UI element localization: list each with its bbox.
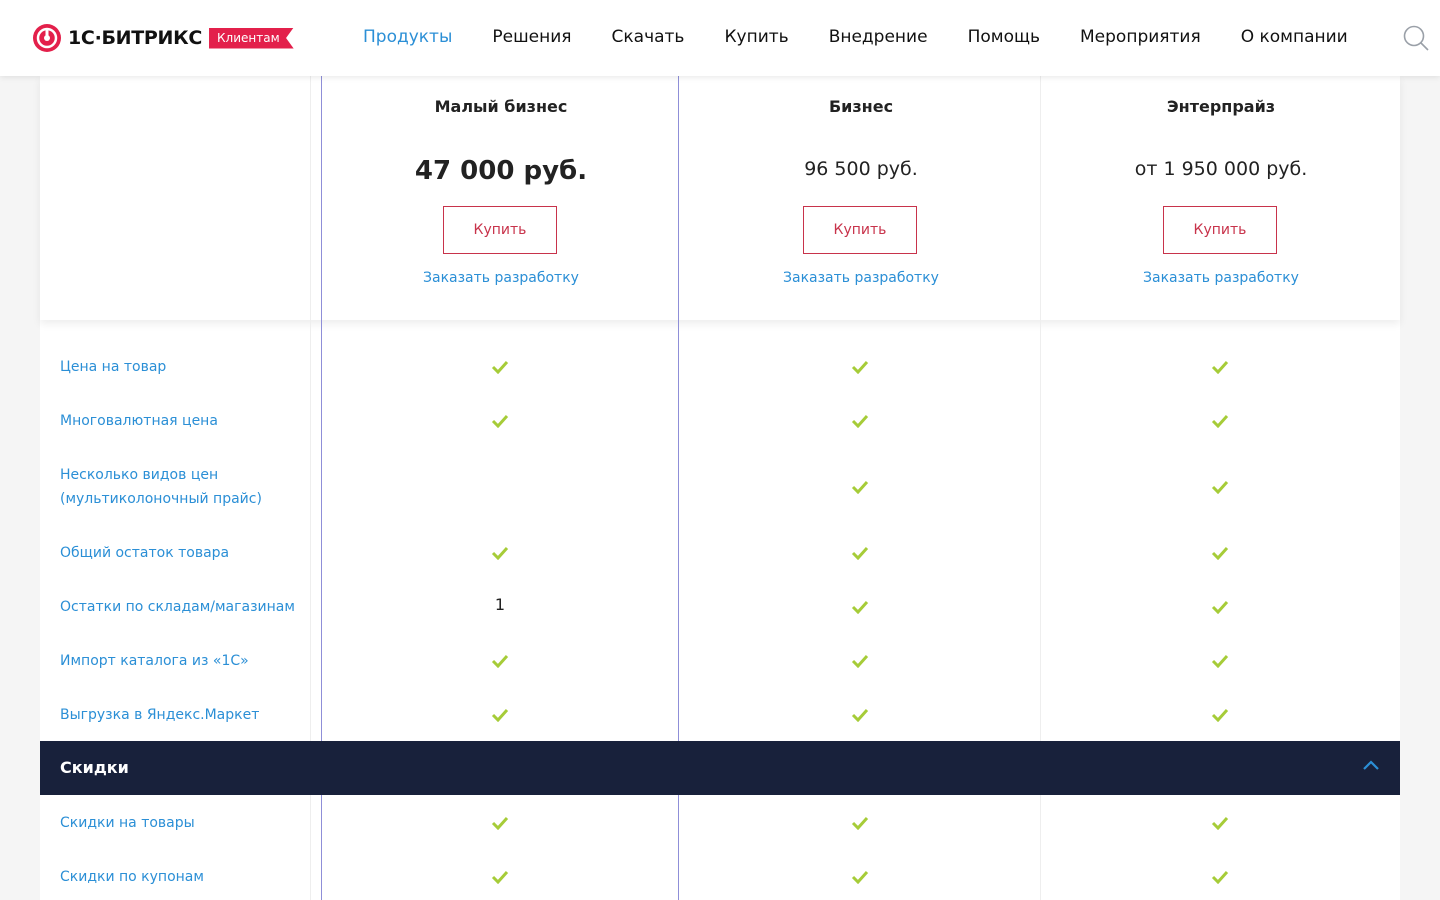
feature-label[interactable]: Скидки по купонам	[60, 865, 305, 889]
feature-cell	[1200, 359, 1240, 378]
feature-label[interactable]: Скидки на товары	[60, 811, 305, 835]
check-icon	[851, 708, 869, 723]
feature-cell	[840, 599, 880, 618]
section-title: Скидки	[60, 758, 129, 777]
feature-cell	[840, 479, 880, 498]
nav-item-download[interactable]: Скачать	[612, 27, 685, 47]
feature-label[interactable]: Несколько видов цен (мультиколоночный пр…	[60, 463, 305, 511]
feature-cell	[1200, 413, 1240, 432]
bitrix-logo-icon	[33, 24, 61, 52]
main-nav: Продукты Решения Скачать Купить Внедрени…	[363, 27, 1388, 47]
feature-label[interactable]: Импорт каталога из «1С»	[60, 649, 305, 673]
feature-label[interactable]: Многовалютная цена	[60, 409, 305, 433]
check-icon	[1211, 870, 1229, 885]
check-icon	[851, 816, 869, 831]
nav-item-help[interactable]: Помощь	[968, 27, 1040, 47]
check-icon	[491, 654, 509, 669]
nav-item-buy[interactable]: Купить	[724, 27, 788, 47]
pricing-header: Малый бизнес 47 000 руб. Купить Заказать…	[40, 76, 1400, 320]
plan-name: Энтерпрайз	[1166, 97, 1276, 116]
feature-cell	[840, 869, 880, 888]
feature-cell	[480, 707, 520, 726]
feature-cell	[1200, 599, 1240, 618]
check-icon	[491, 414, 509, 429]
chevron-up-icon[interactable]	[1362, 758, 1380, 772]
check-icon	[491, 708, 509, 723]
feature-cell	[840, 653, 880, 672]
order-development-link[interactable]: Заказать разработку	[1042, 270, 1400, 286]
check-icon	[851, 546, 869, 561]
feature-cell	[840, 413, 880, 432]
feature-cell	[1200, 869, 1240, 888]
feature-label[interactable]: Выгрузка в Яндекс.Маркет	[60, 703, 305, 727]
feature-label[interactable]: Общий остаток товара	[60, 541, 305, 565]
feature-cell	[1200, 653, 1240, 672]
check-icon	[1211, 816, 1229, 831]
check-icon	[1211, 414, 1229, 429]
check-icon	[1211, 654, 1229, 669]
feature-cell	[480, 413, 520, 432]
feature-cell	[480, 869, 520, 888]
nav-item-products[interactable]: Продукты	[363, 27, 452, 47]
order-development-link[interactable]: Заказать разработку	[322, 270, 680, 286]
plan-name: Бизнес	[828, 97, 894, 116]
check-icon	[491, 360, 509, 375]
check-icon	[1211, 546, 1229, 561]
feature-label[interactable]: Цена на товар	[60, 355, 305, 379]
feature-cell	[840, 707, 880, 726]
check-icon	[851, 870, 869, 885]
feature-cell	[1200, 707, 1240, 726]
plan-small-business: Малый бизнес 47 000 руб. Купить Заказать…	[322, 76, 680, 320]
buy-button[interactable]: Купить	[1163, 206, 1277, 254]
nav-item-implementation[interactable]: Внедрение	[829, 27, 928, 47]
check-icon	[491, 870, 509, 885]
check-icon	[851, 600, 869, 615]
plan-business: Бизнес 96 500 руб. Купить Заказать разра…	[682, 76, 1040, 320]
feature-cell	[1200, 479, 1240, 498]
check-icon	[851, 414, 869, 429]
plan-price: от 1 950 000 руб.	[1134, 158, 1308, 180]
feature-label[interactable]: Остатки по складам/магазинам	[60, 595, 305, 619]
logo-text: 1С·БИТРИКС	[68, 27, 203, 49]
feature-cell	[480, 815, 520, 834]
feature-cell	[480, 545, 520, 564]
check-icon	[491, 816, 509, 831]
feature-cell	[840, 359, 880, 378]
check-icon	[851, 654, 869, 669]
check-icon	[851, 360, 869, 375]
check-icon	[1211, 600, 1229, 615]
section-header-discounts[interactable]: Скидки	[40, 741, 1400, 795]
feature-cell	[1200, 815, 1240, 834]
feature-cell	[840, 545, 880, 564]
nav-item-events[interactable]: Мероприятия	[1080, 27, 1201, 47]
nav-item-solutions[interactable]: Решения	[492, 27, 571, 47]
plan-price: 96 500 руб.	[804, 158, 918, 180]
check-icon	[851, 480, 869, 495]
check-icon	[491, 546, 509, 561]
logo-badge[interactable]: Клиентам	[209, 27, 294, 49]
logo[interactable]: 1С·БИТРИКС Клиентам	[32, 22, 294, 54]
feature-cell: 1	[494, 595, 506, 614]
nav-item-about[interactable]: О компании	[1241, 27, 1348, 47]
check-icon	[1211, 360, 1229, 375]
feature-cell	[840, 815, 880, 834]
plan-name: Малый бизнес	[434, 97, 568, 116]
buy-button[interactable]: Купить	[803, 206, 917, 254]
search-icon[interactable]	[1402, 24, 1430, 52]
order-development-link[interactable]: Заказать разработку	[682, 270, 1040, 286]
plan-enterprise: Энтерпрайз от 1 950 000 руб. Купить Зака…	[1042, 76, 1400, 320]
feature-cell	[480, 359, 520, 378]
top-navigation-bar: 1С·БИТРИКС Клиентам Продукты Решения Ска…	[0, 0, 1440, 76]
check-icon	[1211, 480, 1229, 495]
feature-cell	[1200, 545, 1240, 564]
buy-button[interactable]: Купить	[443, 206, 557, 254]
feature-cell	[480, 653, 520, 672]
check-icon	[1211, 708, 1229, 723]
plan-price: 47 000 руб.	[414, 156, 588, 186]
